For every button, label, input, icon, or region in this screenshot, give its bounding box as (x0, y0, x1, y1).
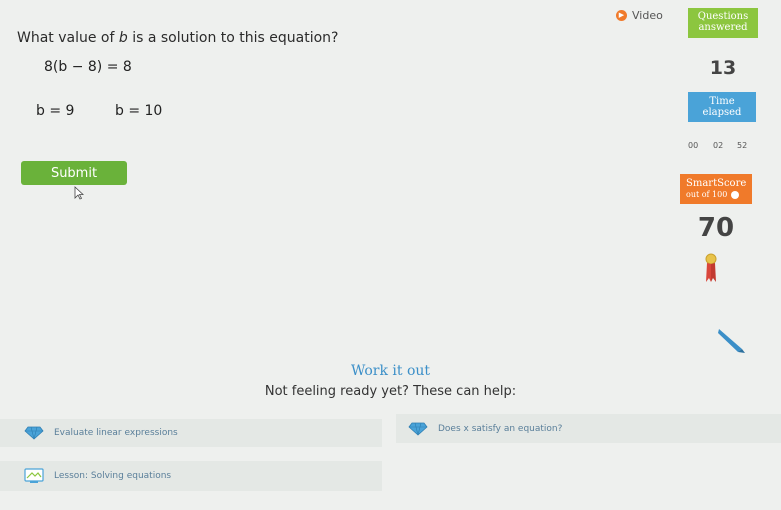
smartscore-subtitle: out of 100 (686, 190, 728, 199)
smartscore-value: 70 (697, 213, 735, 243)
video-label: Video (632, 9, 663, 22)
questions-answered-panel: Questions answered (688, 8, 758, 38)
info-icon[interactable] (731, 190, 740, 199)
video-button[interactable]: ▶ Video (616, 9, 663, 22)
questions-answered-count: 13 (709, 57, 737, 79)
diamond-icon (408, 422, 428, 436)
question-prompt: What value of b is a solution to this eq… (17, 30, 338, 46)
award-ribbon-icon (705, 253, 717, 282)
help-link-does-x-satisfy[interactable]: Does x satisfy an equation? (396, 414, 781, 443)
questions-answered-line1: Questions (697, 11, 749, 22)
questions-answered-line2: answered (698, 22, 748, 33)
question-variable: b (118, 30, 128, 46)
mouse-cursor-icon (74, 186, 84, 200)
smartscore-subtitle-row: out of 100 (686, 189, 752, 200)
help-link-label: Lesson: Solving equations (54, 471, 172, 481)
answer-choice-1[interactable]: b = 9 (36, 103, 74, 119)
timer-minutes: 02 (713, 141, 724, 150)
lesson-icon (24, 468, 44, 483)
diamond-icon (24, 426, 44, 440)
help-link-label: Evaluate linear expressions (54, 428, 178, 438)
smartscore-title: SmartScore (686, 178, 747, 189)
question-suffix: is a solution to this equation? (127, 30, 339, 46)
submit-button[interactable]: Submit (21, 161, 127, 185)
scratchpad-pencil-icon[interactable] (716, 326, 746, 354)
time-elapsed-panel: Time elapsed (688, 92, 756, 122)
help-link-lesson-solving-equations[interactable]: Lesson: Solving equations (0, 461, 382, 491)
work-it-out-title: Work it out (350, 363, 431, 379)
equation: 8(b − 8) = 8 (44, 59, 132, 75)
help-subtitle: Not feeling ready yet? These can help: (264, 384, 517, 399)
play-icon: ▶ (616, 10, 627, 21)
time-elapsed-line2: elapsed (702, 107, 742, 118)
question-prefix: What value of (17, 30, 119, 46)
answer-choice-2[interactable]: b = 10 (115, 103, 162, 119)
help-link-label: Does x satisfy an equation? (438, 423, 563, 434)
timer-seconds: 52 (737, 141, 748, 150)
smartscore-panel: SmartScore out of 100 (680, 174, 752, 204)
timer-hours: 00 (688, 141, 699, 150)
help-link-evaluate-linear-expressions[interactable]: Evaluate linear expressions (0, 419, 382, 447)
time-elapsed-line1: Time (709, 96, 735, 107)
